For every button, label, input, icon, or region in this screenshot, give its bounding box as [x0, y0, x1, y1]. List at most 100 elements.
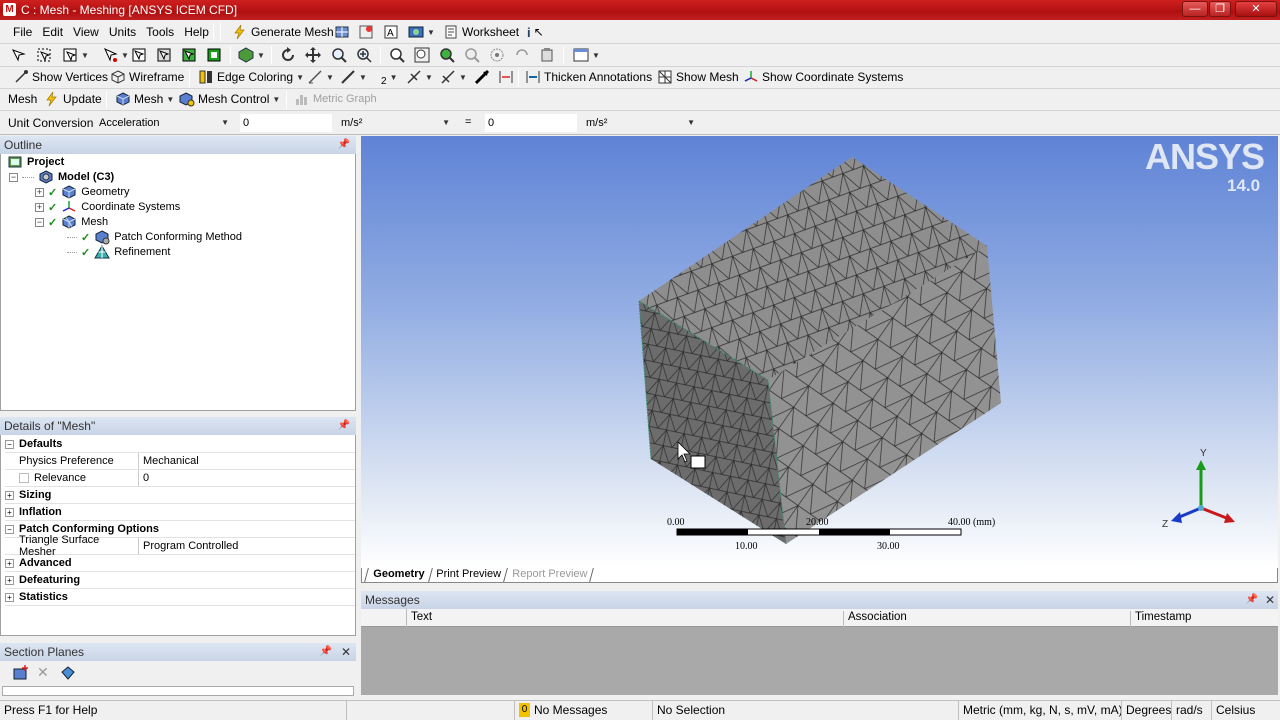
menu-tools[interactable]: Tools: [141, 25, 179, 39]
tab-geometry[interactable]: Geometry: [364, 568, 434, 582]
details-group-defaults[interactable]: − Defaults: [5, 436, 355, 453]
info-icon[interactable]: i ↖: [527, 22, 544, 42]
menu-units[interactable]: Units: [104, 25, 141, 39]
close-icon[interactable]: ✕: [1265, 591, 1275, 609]
tree-refinement[interactable]: ✓ Refinement: [67, 244, 170, 260]
thick-edge-icon[interactable]: [474, 67, 490, 87]
unit-to-select[interactable]: m/s² ▼: [583, 114, 701, 132]
status-temperature[interactable]: Celsius: [1211, 701, 1280, 720]
status-units[interactable]: Metric (mm, kg, N, s, mV, mA): [958, 701, 1123, 720]
expand-icon[interactable]: +: [35, 187, 44, 197]
tree-mesh[interactable]: − ✓ Mesh: [35, 214, 109, 230]
menu-edit[interactable]: Edit: [37, 25, 68, 39]
select-vertex-icon[interactable]: ▼: [102, 45, 129, 65]
pin-icon[interactable]: 📌: [338, 136, 350, 154]
thicken-annotations-button[interactable]: Thicken Annotations: [525, 67, 652, 87]
collapse-icon[interactable]: −: [9, 172, 18, 182]
edge-style-2-icon[interactable]: ▼: [340, 67, 367, 87]
edge-coloring-button[interactable]: Edge Coloring ▼: [198, 67, 304, 87]
close-button[interactable]: ✕: [1235, 1, 1277, 17]
tree-geometry[interactable]: + ✓ Geometry: [35, 184, 130, 200]
select-point-icon[interactable]: [10, 45, 26, 65]
relevance-value[interactable]: 0: [139, 472, 149, 484]
tree-patch-conforming[interactable]: ✓ Patch Conforming Method: [67, 229, 242, 245]
edge-direction-icon[interactable]: [498, 67, 514, 87]
edge-style-1-icon[interactable]: ▼: [307, 67, 334, 87]
status-messages[interactable]: 0 No Messages: [514, 701, 652, 720]
tree-project[interactable]: Project: [7, 154, 64, 170]
select-box-icon[interactable]: [36, 45, 52, 65]
expand-icon[interactable]: +: [5, 507, 14, 517]
expand-icon[interactable]: +: [5, 592, 14, 602]
column-association[interactable]: Association: [845, 611, 1131, 627]
close-icon[interactable]: ✕: [341, 643, 351, 661]
preview-mesh-icon[interactable]: [334, 22, 350, 42]
collapse-icon[interactable]: −: [5, 439, 14, 449]
expand-icon[interactable]: +: [35, 202, 44, 212]
details-group-defeaturing[interactable]: + Defeaturing: [5, 572, 355, 589]
value-to-input[interactable]: 0: [485, 114, 577, 132]
pan-icon[interactable]: [305, 45, 321, 65]
show-vertices-button[interactable]: Show Vertices: [13, 67, 108, 87]
collapse-icon[interactable]: −: [35, 217, 44, 227]
update-button[interactable]: Update: [44, 89, 102, 109]
wireframe-button[interactable]: Wireframe: [110, 67, 184, 87]
details-row-triangle-surface-mesher[interactable]: Triangle Surface Mesher Program Controlle…: [5, 534, 355, 558]
details-group-statistics[interactable]: + Statistics: [5, 589, 355, 606]
graphics-viewport[interactable]: ANSYS 14.0 0.00 20.00 40.00 (mm) 10.00 3…: [361, 136, 1278, 568]
edge-count-button[interactable]: 2 ▼: [381, 67, 397, 87]
unit-from-select[interactable]: m/s² ▼: [338, 114, 456, 132]
new-section-plane-icon[interactable]: [12, 665, 30, 684]
mesh-dropdown-button[interactable]: Mesh ▼: [115, 89, 174, 109]
collapse-icon[interactable]: −: [5, 524, 14, 534]
triangle-surface-mesher-value[interactable]: Program Controlled: [139, 540, 238, 552]
show-errors-icon[interactable]: [358, 22, 374, 42]
tab-print-preview[interactable]: Print Preview: [430, 568, 508, 582]
extend-selection-icon[interactable]: ▼: [238, 45, 265, 65]
tree-model[interactable]: − Model (C3): [9, 169, 114, 185]
tree-coordinate-systems[interactable]: + ✓ Coordinate Systems: [35, 199, 180, 215]
quantity-select[interactable]: Acceleration ▼: [95, 114, 235, 132]
menu-view[interactable]: View: [68, 25, 104, 39]
pin-icon[interactable]: 📌: [1246, 591, 1258, 609]
mesh-control-button[interactable]: Mesh Control ▼: [179, 89, 280, 109]
expand-icon[interactable]: +: [5, 575, 14, 585]
details-row-physics-preference[interactable]: Physics Preference Mechanical: [5, 453, 355, 470]
minimize-button[interactable]: —: [1182, 1, 1208, 17]
edge-style-3-icon[interactable]: ▼: [406, 67, 433, 87]
previous-view-icon[interactable]: [489, 45, 505, 65]
show-mesh-button[interactable]: Show Mesh: [657, 67, 739, 87]
status-degrees[interactable]: Degrees: [1121, 701, 1171, 720]
magnifier-icon[interactable]: [414, 45, 430, 65]
details-group-inflation[interactable]: + Inflation: [5, 504, 355, 521]
select-face-icon[interactable]: [156, 45, 172, 65]
relevance-checkbox[interactable]: [19, 473, 29, 483]
details-group-advanced[interactable]: + Advanced: [5, 555, 355, 572]
generate-mesh-button[interactable]: Generate Mesh: [232, 22, 334, 42]
expand-icon[interactable]: +: [5, 490, 14, 500]
view-clipboard-icon[interactable]: [539, 45, 555, 65]
box-zoom-icon[interactable]: [356, 45, 372, 65]
show-coordinate-systems-button[interactable]: Show Coordinate Systems: [743, 67, 903, 87]
tab-report-preview[interactable]: Report Preview: [506, 568, 595, 582]
column-timestamp[interactable]: Timestamp: [1132, 611, 1272, 627]
image-capture-icon[interactable]: ▼: [408, 22, 435, 42]
column-text[interactable]: Text: [408, 611, 844, 627]
metric-graph-button[interactable]: Metric Graph: [294, 89, 377, 109]
maximize-button[interactable]: ❐: [1209, 1, 1231, 17]
zoom-disabled-icon[interactable]: [464, 45, 480, 65]
annotation-icon[interactable]: A: [383, 22, 399, 42]
viewport-layout-icon[interactable]: ▼: [573, 45, 600, 65]
details-row-relevance[interactable]: Relevance 0: [5, 470, 355, 487]
value-from-input[interactable]: 0: [240, 114, 332, 132]
expand-icon[interactable]: +: [5, 558, 14, 568]
zoom-selection-icon[interactable]: [439, 45, 455, 65]
pin-icon[interactable]: 📌: [320, 643, 332, 661]
select-body-icon[interactable]: [181, 45, 197, 65]
section-view-icon[interactable]: [60, 665, 76, 684]
select-mode-icon[interactable]: ▼: [62, 45, 89, 65]
delete-icon[interactable]: ✕: [37, 664, 49, 681]
next-view-icon[interactable]: [514, 45, 530, 65]
status-rads[interactable]: rad/s: [1171, 701, 1211, 720]
zoom-to-fit-icon[interactable]: [389, 45, 405, 65]
